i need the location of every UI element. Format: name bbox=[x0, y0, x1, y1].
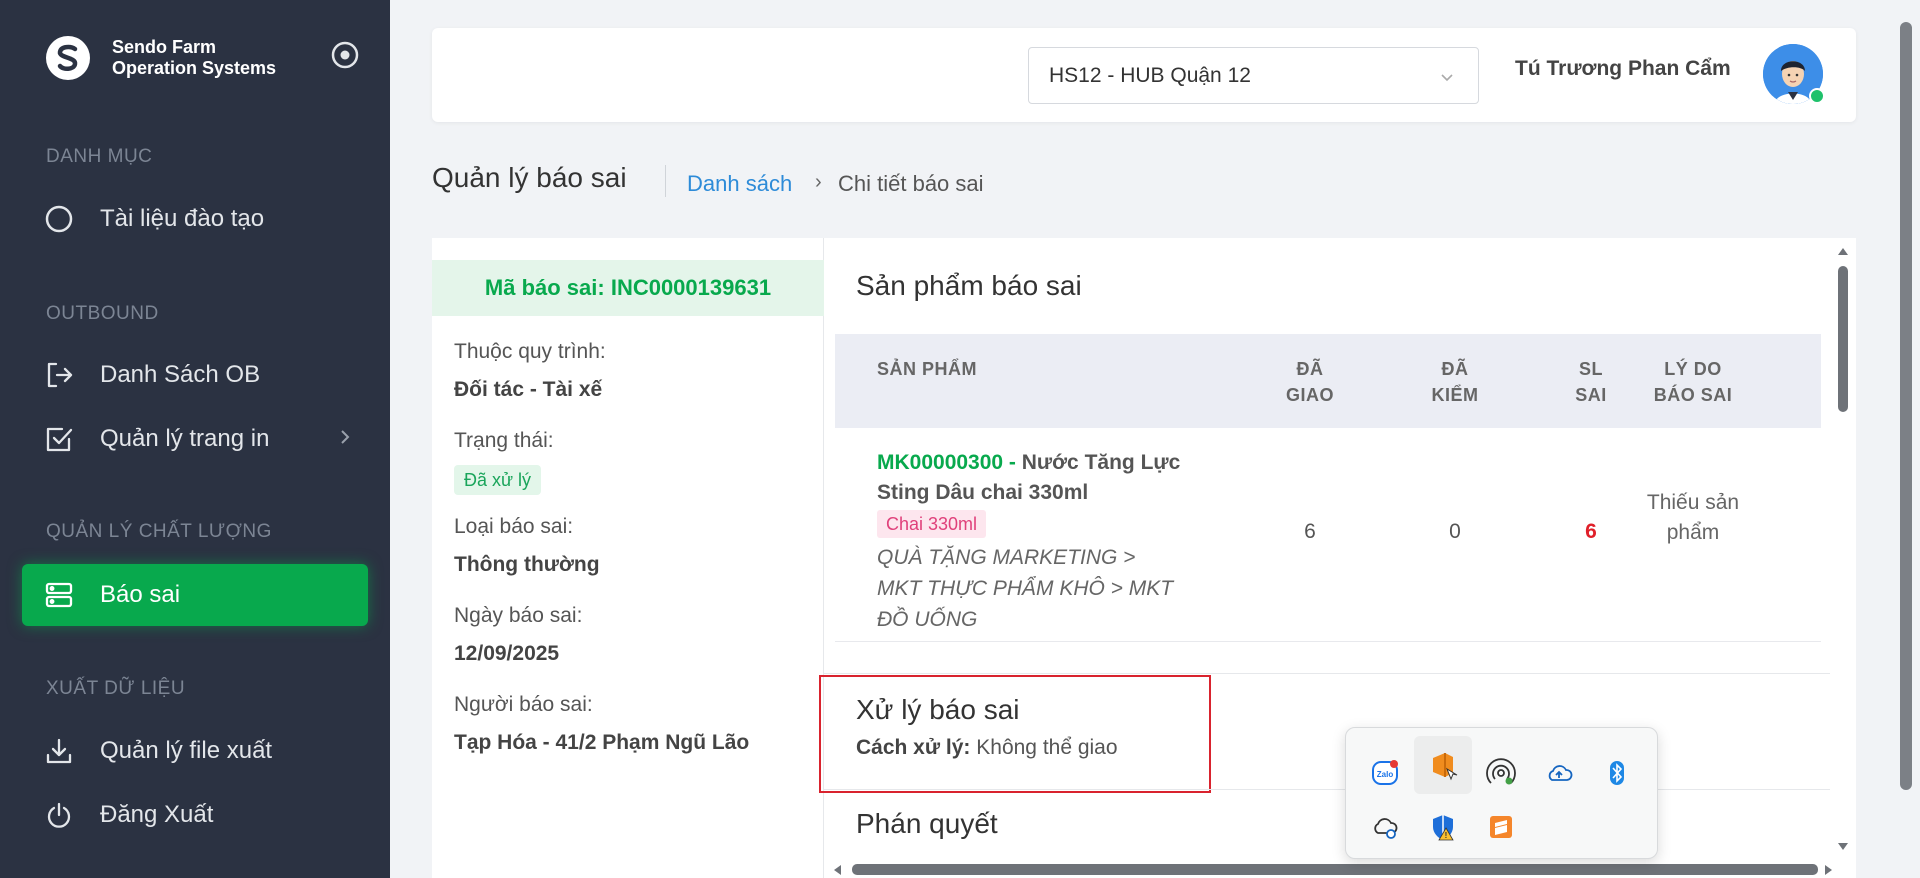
breadcrumb-current: Chi tiết báo sai bbox=[838, 171, 984, 196]
breadcrumb-separator: › bbox=[815, 171, 822, 193]
sidebar-item-label: Báo sai bbox=[100, 581, 181, 608]
hub-select[interactable]: HS12 - HUB Quận 12 bbox=[1028, 47, 1479, 104]
products-section-title: Sản phẩm báo sai bbox=[856, 270, 1082, 301]
col-product: SẢN PHẨM bbox=[877, 359, 978, 379]
zalo-icon[interactable]: Zalo bbox=[1356, 744, 1414, 802]
sidebar-item-label: Tài liệu đào tạo bbox=[100, 205, 265, 232]
scroll-right-arrow-icon[interactable] bbox=[1820, 862, 1836, 878]
date-value: 12/09/2025 bbox=[454, 642, 560, 665]
brand-line2: Operation Systems bbox=[112, 58, 277, 78]
table-row: MK00000300 - Nước Tăng Lực Sting Dâu cha… bbox=[835, 428, 1821, 642]
sidebar-item-ob-list[interactable]: Danh Sách OB bbox=[22, 344, 368, 406]
type-label: Loại báo sai: bbox=[454, 515, 574, 538]
security-icon[interactable]: ! bbox=[1414, 798, 1472, 856]
section-divider bbox=[824, 789, 1830, 790]
top-header: HS12 - HUB Quận 12 Tú Trương Phan Cẩm bbox=[432, 28, 1856, 122]
target-settings-icon[interactable] bbox=[330, 40, 360, 70]
reason: Thiếu sản phẩm bbox=[1646, 491, 1740, 544]
scroll-left-arrow-icon[interactable] bbox=[830, 862, 846, 878]
sidebar: Sendo Farm Operation Systems DANH MỤC Tà… bbox=[0, 0, 390, 878]
status-label: Trạng thái: bbox=[454, 429, 554, 452]
sidebar-item-bao-sai[interactable]: Báo sai bbox=[22, 564, 368, 626]
section-label-quality: QUẢN LÝ CHẤT LƯỢNG bbox=[46, 521, 272, 542]
circle-icon bbox=[44, 204, 74, 234]
chevron-right-icon bbox=[341, 430, 350, 444]
svg-text:Zalo: Zalo bbox=[1377, 770, 1394, 779]
sidebar-item-label: Danh Sách OB bbox=[100, 361, 261, 388]
power-icon bbox=[44, 800, 74, 830]
reporter-value: Tạp Hóa - 41/2 Phạm Ngũ Lão bbox=[454, 731, 750, 754]
hotspot-icon[interactable] bbox=[1472, 744, 1530, 802]
unit-badge: Chai 330ml bbox=[877, 510, 987, 538]
sidebar-item-logout[interactable]: Đăng Xuất bbox=[22, 784, 368, 846]
section-divider bbox=[824, 673, 1830, 674]
col-reason: LÝ DO BÁO SAI bbox=[1653, 359, 1733, 405]
sign-out-arrow-icon bbox=[44, 360, 74, 390]
sidebar-item-label: Đăng Xuất bbox=[100, 801, 214, 828]
page-vertical-scrollbar[interactable] bbox=[1900, 22, 1912, 790]
hub-select-value: HS12 - HUB Quận 12 bbox=[1049, 63, 1251, 87]
section-label-outbound: OUTBOUND bbox=[46, 303, 159, 324]
sidebar-item-label: Quản lý file xuất bbox=[100, 737, 273, 764]
bluetooth-icon[interactable] bbox=[1588, 744, 1646, 802]
col-wrong-qty: SL SAI bbox=[1575, 359, 1607, 405]
process-label: Thuộc quy trình: bbox=[454, 340, 606, 363]
scroll-down-arrow-icon[interactable] bbox=[1835, 838, 1851, 854]
sublime-icon[interactable] bbox=[1472, 798, 1530, 856]
vertical-scrollbar[interactable] bbox=[1838, 266, 1848, 412]
process-value: Đối tác - Tài xế bbox=[454, 378, 603, 401]
verdict-title: Phán quyết bbox=[856, 808, 998, 839]
svg-text:!: ! bbox=[1445, 831, 1448, 840]
brand-line1: Sendo Farm bbox=[112, 37, 217, 57]
user-name[interactable]: Tú Trương Phan Cẩm bbox=[1515, 57, 1731, 81]
sidebar-item-training-docs[interactable]: Tài liệu đào tạo bbox=[22, 188, 368, 250]
section-label-export: XUẤT DỮ LIỆU bbox=[46, 678, 186, 699]
highlight-box bbox=[819, 675, 1211, 793]
products-table: SẢN PHẨM ĐÃ GIAO ĐÃ KIỂM SL SAI LÝ DO BÁ… bbox=[835, 334, 1821, 642]
horizontal-scrollbar[interactable] bbox=[852, 864, 1818, 875]
download-icon bbox=[44, 736, 74, 766]
product-category: QUÀ TẶNG MARKETING > MKT THỰC PHẨM KHÔ >… bbox=[877, 546, 1174, 631]
cloud-sync-icon[interactable] bbox=[1356, 798, 1414, 856]
sidebar-item-label: Quản lý trang in bbox=[100, 425, 270, 452]
scroll-up-arrow-icon[interactable] bbox=[1835, 244, 1851, 260]
incident-code: Mã báo sai: INC0000139631 bbox=[432, 260, 824, 316]
checked-qty: 0 bbox=[1449, 520, 1461, 543]
type-value: Thông thường bbox=[454, 553, 600, 576]
brand[interactable]: Sendo Farm Operation Systems bbox=[44, 34, 276, 82]
table-header: SẢN PHẨM ĐÃ GIAO ĐÃ KIỂM SL SAI LÝ DO BÁ… bbox=[835, 334, 1821, 428]
reporter-label: Người báo sai: bbox=[454, 693, 593, 716]
online-status-dot bbox=[1809, 88, 1825, 104]
onedrive-icon[interactable] bbox=[1530, 744, 1588, 802]
delivered-qty: 6 bbox=[1304, 520, 1316, 543]
product-code: MK00000300 - bbox=[877, 451, 1016, 474]
col-delivered: ĐÃ GIAO bbox=[1285, 359, 1334, 405]
col-checked: ĐÃ KIỂM bbox=[1431, 359, 1479, 405]
checkbox-icon bbox=[44, 424, 74, 454]
office-icon[interactable] bbox=[1414, 736, 1472, 794]
date-label: Ngày báo sai: bbox=[454, 604, 583, 627]
section-label-danh-muc: DANH MỤC bbox=[46, 146, 153, 167]
sidebar-item-print-pages[interactable]: Quản lý trang in bbox=[22, 408, 368, 470]
title-divider bbox=[665, 165, 666, 197]
product-name: MK00000300 - Nước Tăng Lực Sting Dâu cha… bbox=[877, 451, 1181, 504]
incident-info-panel: Mã báo sai: INC0000139631 Thuộc quy trìn… bbox=[432, 238, 824, 878]
status-badge: Đã xử lý bbox=[454, 465, 542, 495]
system-tray-popup: Zalo ! bbox=[1345, 727, 1658, 859]
wrong-qty: 6 bbox=[1585, 520, 1597, 543]
breadcrumb-list-link[interactable]: Danh sách bbox=[687, 171, 792, 197]
sendo-logo-icon bbox=[46, 36, 90, 80]
chevron-down-icon bbox=[1441, 74, 1453, 82]
page-title: Quản lý báo sai bbox=[432, 162, 627, 193]
sidebar-item-export-files[interactable]: Quản lý file xuất bbox=[22, 720, 368, 782]
server-icon bbox=[44, 580, 74, 610]
